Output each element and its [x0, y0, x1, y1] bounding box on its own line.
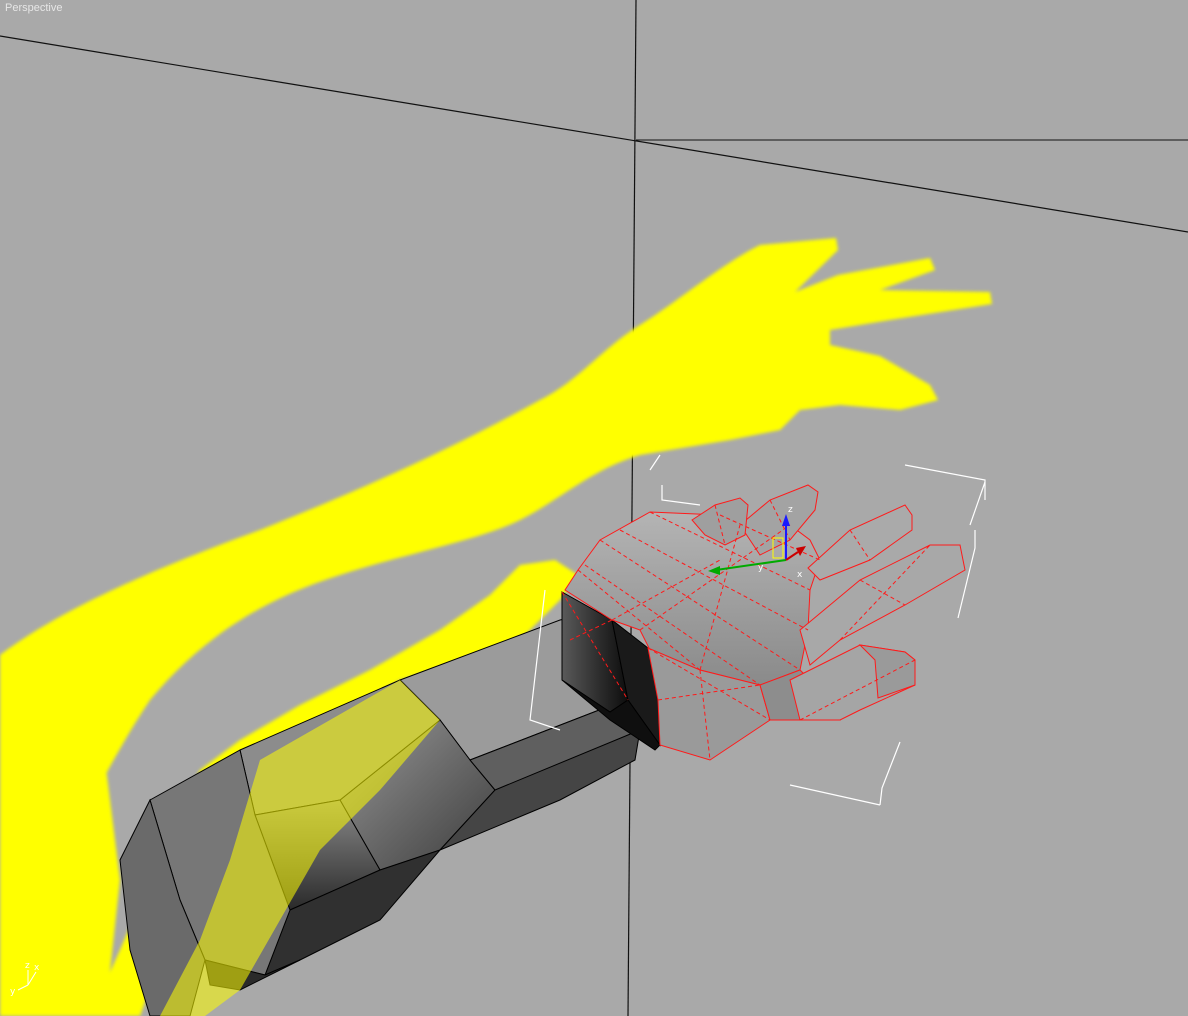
view-axis-x-label: x	[34, 963, 40, 973]
perspective-viewport[interactable]: y x z z y x Perspective	[0, 0, 1188, 1016]
viewport-label[interactable]: Perspective	[5, 2, 62, 14]
grid-line-horizontal-1	[0, 35, 1188, 233]
viewport-scene[interactable]: y x z z y x	[0, 0, 1188, 1016]
gizmo-z-label: z	[788, 505, 793, 515]
reference-arm-lower	[0, 689, 120, 1016]
gizmo-y-label: y	[758, 563, 764, 573]
view-axis-y-label: y	[10, 987, 16, 997]
view-axis-z-label: z	[25, 961, 30, 971]
grid-line-vertical	[627, 0, 637, 1016]
gizmo-x-label: x	[797, 570, 803, 580]
